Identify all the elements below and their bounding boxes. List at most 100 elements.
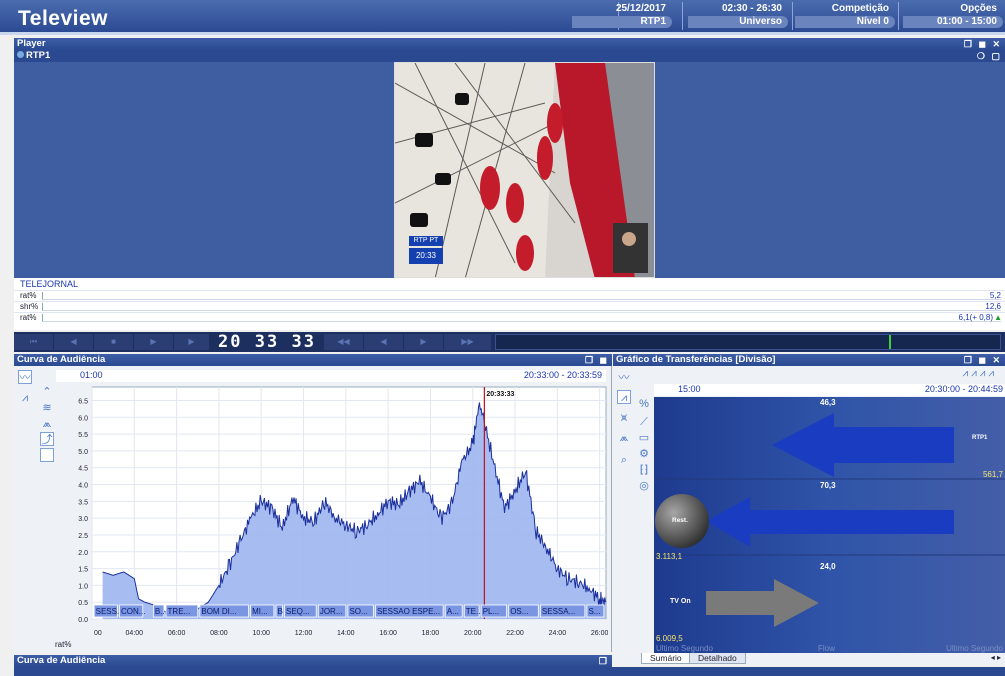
line-chart-icon[interactable]: 〰 [18, 370, 32, 384]
x-tick-label: 00 [94, 630, 102, 637]
program-block-label: SESSAO ESPE... [377, 607, 440, 616]
program-block-label: JOR... [320, 607, 343, 616]
percent-icon[interactable]: % [637, 396, 651, 410]
step-back-button[interactable]: ◀ [54, 334, 94, 350]
rtp1-logo-icon: RTP1 [972, 435, 988, 441]
transfer-low-value: 24,0 [820, 562, 836, 571]
time-range-selector[interactable]: 02:30 - 26:30 Universo [688, 3, 788, 28]
y-tick-label: 6.0 [78, 415, 88, 422]
x-tick-label: 16:00 [379, 630, 397, 637]
y-tick-label: 3.5 [78, 499, 88, 506]
trend-icon[interactable]: ⩙ [617, 410, 631, 424]
skip-start-button[interactable]: ⏮ [14, 334, 54, 350]
window-controls-icon[interactable]: ❐ ◼ ✕ [964, 354, 1002, 366]
bottom-curva-title: Curva de Audiência [17, 655, 106, 666]
frame-forward-button[interactable]: ▶ [404, 334, 444, 350]
x-tick-label: 10:00 [252, 630, 270, 637]
transport-bar: ⏮ ◀ ■ ▶ ▶ 20 33 33 ◀◀ ◀ ▶ ▶▶ [14, 332, 1005, 352]
transfer-mid-value: 70,3 [820, 481, 836, 490]
y-tick-label: 5.5 [78, 432, 88, 439]
program-block-label: B... [155, 607, 167, 616]
video-time-tag: 20:33 [409, 248, 443, 264]
legend-left: Ultimo Segundo [656, 644, 713, 653]
options-selector[interactable]: Opções 01:00 - 15:00 [903, 3, 1003, 28]
tvon-label: TV On [670, 598, 691, 605]
options-range: 01:00 - 15:00 [903, 16, 1003, 28]
bottom-curva-titlebar: Curva de Audiência ❐ [14, 655, 612, 667]
stop-button[interactable]: ■ [94, 334, 134, 350]
step-forward-button[interactable]: ▶ [174, 334, 210, 350]
bottom-strip [14, 667, 1005, 676]
tab-scroll-icon[interactable]: ◂ ▸ [991, 653, 1001, 662]
header-separator [792, 2, 793, 30]
program-block-label: TRE... [168, 607, 191, 616]
tab-sumario[interactable]: Sumário [641, 653, 691, 664]
curva-range-start: 01:00 [80, 370, 103, 380]
rewind-button[interactable]: ◀◀ [324, 334, 364, 350]
program-block-label: MI... [252, 607, 268, 616]
tab-detalhado[interactable]: Detalhado [689, 653, 746, 664]
rest-total: 3.113,1 [656, 552, 683, 561]
restore-icon[interactable]: ❐ [599, 655, 609, 667]
timeline-marker[interactable] [889, 335, 892, 349]
chart-unit-label: rat% [55, 640, 72, 649]
video-frame[interactable]: RTP PT 20:33 [394, 62, 655, 278]
line-chart-icon[interactable]: 〰 [617, 370, 631, 384]
curva-titlebar: Curva de Audiência ❐ ◼ [14, 354, 612, 366]
header-separator [682, 2, 683, 30]
channel-controls-icon[interactable]: ❍ ▢ [977, 50, 1002, 62]
multi-line-chart-icon[interactable]: ⩘ [617, 390, 631, 404]
screen-icon[interactable]: ▭ [637, 430, 651, 444]
x-tick-label: 14:00 [337, 630, 355, 637]
compare-icon[interactable]: ⩕ [617, 430, 631, 444]
transfer-diagram[interactable]: 46,3 RTP1 561,7 70,3 Rest. 3.113,1 24,0 … [654, 397, 1005, 653]
date-selector[interactable]: 25/12/2017 RTP1 [572, 3, 672, 28]
frame-back-button[interactable]: ◀ [364, 334, 404, 350]
options-label: Opções [960, 3, 997, 14]
program-block-label: A... [447, 607, 459, 616]
header-separator [898, 2, 899, 30]
clock-display: 20 33 33 [218, 332, 316, 352]
curva-range-label: 20:33:00 - 20:33:59 [523, 370, 602, 380]
transfer-range-label: 20:30:00 - 20:44:59 [924, 384, 1003, 394]
rating-delta-row: rat% 6,1(+ 0,8) ▲ [14, 312, 1005, 322]
date-value: 25/12/2017 [615, 3, 666, 14]
legend-right: Ultimo Segundo [946, 644, 1003, 653]
settings-icon[interactable]: ⚙ [637, 446, 651, 460]
zoom-icon[interactable]: ⌕ [617, 452, 631, 466]
brackets-icon[interactable]: ⁅⁆ [637, 462, 651, 476]
rating-bar [42, 292, 1001, 300]
y-tick-label: 2.0 [78, 550, 88, 557]
program-info: TELEJORNAL rat% 5,2 shr% 12,6 rat% 6,1(+… [14, 278, 1005, 330]
program-block-label: B [278, 607, 283, 616]
cursor-label: 20:33:33 [486, 391, 514, 398]
play-button[interactable]: ▶ [134, 334, 174, 350]
player-title: Player [17, 38, 46, 49]
multi-line-chart-icon[interactable]: ⩘ [18, 390, 32, 404]
x-tick-label: 18:00 [422, 630, 440, 637]
channel-name: RTP1 [26, 50, 51, 61]
row-label: rat% [20, 313, 37, 322]
x-tick-label: 04:00 [126, 630, 144, 637]
program-block-label: BOM DI... [201, 607, 236, 616]
window-controls-icon[interactable]: ❐ ◼ [585, 354, 609, 366]
chart-type-icons[interactable]: ⩘⩘⩘⩘ [962, 368, 997, 379]
channel-logo-icon [17, 51, 24, 58]
rating-row: rat% 5,2 [14, 290, 1005, 300]
audience-chart[interactable]: 0.0 0.5 1.0 1.5 2.0 2.5 3.0 3.5 4.0 4.5 5.0 5.5 6.0 6… [40, 383, 608, 639]
universe-value: Universo [688, 16, 788, 28]
y-tick-label: 4.5 [78, 466, 88, 473]
y-tick-label: 1.0 [78, 583, 88, 590]
timeline-track[interactable] [495, 334, 1001, 350]
fast-forward-button[interactable]: ▶▶ [444, 334, 492, 350]
program-block-label: CON... [121, 607, 145, 616]
up-arrow-icon: ▲ [994, 313, 1002, 322]
x-tick-label: 20:00 [464, 630, 482, 637]
chart-view-icon[interactable]: ⟋ [637, 414, 651, 428]
competition-selector[interactable]: Competição Nível 0 [795, 3, 895, 28]
share-bar [42, 303, 1001, 311]
teleview-window: Teleview 25/12/2017 RTP1 02:30 - 26:30 U… [0, 0, 1005, 676]
window-controls-icon[interactable]: ❐ ◼ ✕ [964, 38, 1002, 50]
transfer-legend: Ultimo Segundo Flow Ultimo Segundo [654, 644, 1005, 653]
globe-icon[interactable]: ◎ [637, 478, 651, 492]
